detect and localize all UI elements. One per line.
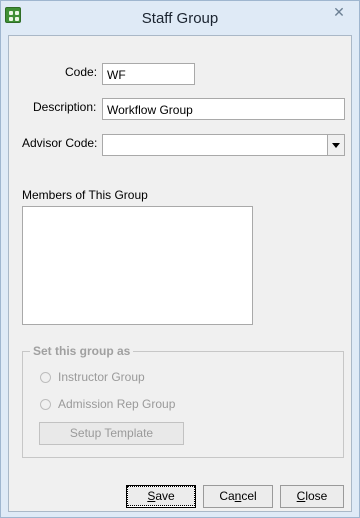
chevron-down-icon[interactable] (327, 135, 344, 155)
save-button[interactable]: Save (126, 485, 196, 508)
radio-circle-icon (40, 398, 51, 410)
close-button[interactable]: Close (280, 485, 344, 508)
radio-circle-icon (40, 371, 51, 383)
cancel-button[interactable]: Cancel (203, 485, 273, 508)
description-field[interactable]: Workflow Group (102, 98, 345, 120)
setup-template-button[interactable]: Setup Template (39, 422, 184, 445)
code-label: Code: (65, 65, 98, 79)
staff-group-window: Staff Group ✕ Code: WF Description: Work… (0, 0, 360, 518)
advisor-code-label: Advisor Code: (22, 136, 98, 150)
members-list[interactable] (22, 206, 253, 325)
description-label: Description: (33, 100, 97, 114)
admission-rep-group-label: Admission Rep Group (58, 397, 176, 411)
admission-rep-group-radio[interactable]: Admission Rep Group (40, 397, 175, 411)
set-group-as-legend: Set this group as (30, 344, 134, 358)
dialog-client-area: Code: WF Description: Workflow Group Adv… (8, 35, 352, 512)
title-bar[interactable]: Staff Group ✕ (1, 1, 359, 35)
advisor-code-dropdown[interactable] (102, 134, 345, 156)
code-field[interactable]: WF (102, 63, 195, 85)
window-title: Staff Group (141, 10, 219, 27)
instructor-group-radio[interactable]: Instructor Group (40, 370, 145, 384)
members-label: Members of This Group (22, 188, 148, 202)
instructor-group-label: Instructor Group (58, 370, 145, 384)
close-icon[interactable]: ✕ (326, 3, 352, 21)
